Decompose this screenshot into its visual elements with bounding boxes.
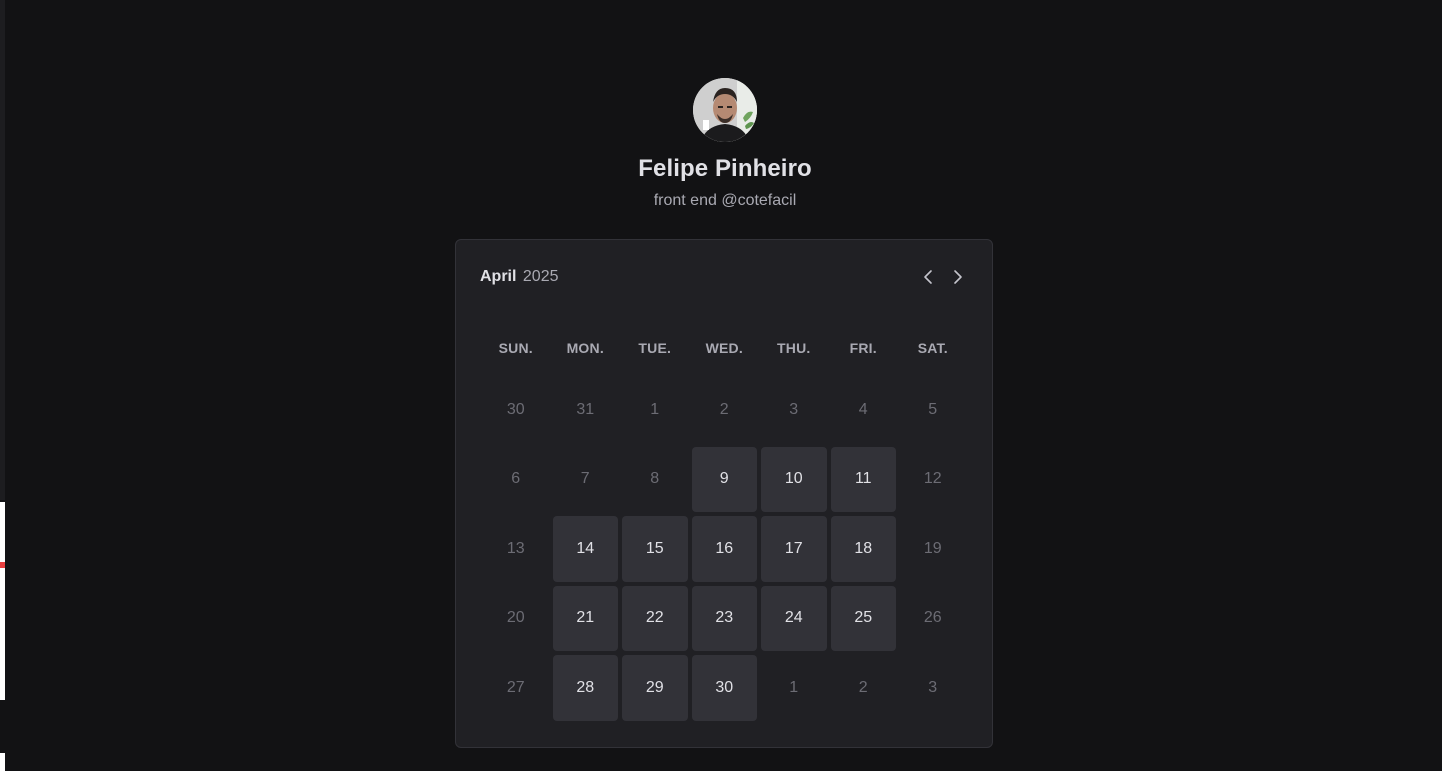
- user-photo-icon: [693, 78, 757, 142]
- booking-page: Felipe Pinheiro front end @cotefacil Apr…: [0, 0, 1442, 771]
- calendar-year: 2025: [522, 268, 559, 285]
- available-day[interactable]: 9: [691, 446, 757, 512]
- calendar-title: April 2025: [480, 268, 559, 286]
- calendar: April 2025 SUN. MON. TUE. WED. THU. FRI. SAT. …: [455, 239, 993, 748]
- available-day[interactable]: 23: [691, 585, 757, 651]
- profile-bio: front end @cotefacil: [653, 192, 797, 209]
- disabled-day: 4: [858, 400, 868, 418]
- left-edge-strip: [0, 0, 5, 500]
- disabled-day: 19: [923, 539, 942, 557]
- disabled-day: 26: [923, 609, 942, 627]
- weekday-header: SUN. MON. TUE. WED. THU. FRI. SAT.: [483, 340, 966, 356]
- weekday-label: TUE.: [638, 340, 672, 356]
- disabled-day: 13: [506, 539, 525, 557]
- available-day[interactable]: 30: [691, 655, 757, 721]
- disabled-day: 31: [576, 400, 595, 418]
- weekday-label: MON.: [566, 340, 604, 356]
- calendar-navigation: [918, 266, 968, 288]
- left-edge-strip-light: [0, 502, 5, 700]
- disabled-day: 3: [789, 400, 799, 418]
- weekday-label: SAT.: [917, 340, 948, 356]
- available-day[interactable]: 28: [552, 655, 618, 721]
- available-day[interactable]: 29: [622, 655, 688, 721]
- next-month-button[interactable]: [948, 266, 968, 288]
- disabled-day: 2: [719, 400, 729, 418]
- profile-name: Felipe Pinheiro: [638, 155, 812, 182]
- calendar-month: April: [480, 268, 517, 285]
- disabled-day: 8: [650, 470, 660, 488]
- profile-header: Felipe Pinheiro front end @cotefacil: [0, 78, 1442, 210]
- disabled-day: 1: [650, 400, 660, 418]
- avatar: [693, 78, 757, 142]
- disabled-day: 2: [858, 678, 868, 696]
- left-edge-marker: [0, 562, 5, 568]
- disabled-day: 1: [789, 678, 799, 696]
- disabled-day: 27: [506, 678, 525, 696]
- available-day[interactable]: 16: [691, 516, 757, 582]
- calendar-days-grid: 30 31 1 2 3 4 5 6 7 8 9 10 11 12 13 14 15 16 17 18 19 20 21 22 2…: [483, 377, 966, 721]
- available-day[interactable]: 22: [622, 585, 688, 651]
- weekday-label: SUN.: [498, 340, 533, 356]
- weekday-label: FRI.: [849, 340, 877, 356]
- available-day[interactable]: 15: [622, 516, 688, 582]
- available-day[interactable]: 17: [761, 516, 827, 582]
- disabled-day: 7: [580, 470, 590, 488]
- available-day[interactable]: 18: [830, 516, 896, 582]
- left-edge-strip-light-bottom: [0, 753, 5, 771]
- disabled-day: 20: [506, 609, 525, 627]
- available-day[interactable]: 10: [761, 446, 827, 512]
- available-day[interactable]: 21: [552, 585, 618, 651]
- disabled-day: 6: [511, 470, 521, 488]
- available-day[interactable]: 25: [830, 585, 896, 651]
- available-day[interactable]: 24: [761, 585, 827, 651]
- available-day[interactable]: 11: [830, 446, 896, 512]
- chevron-left-icon: [924, 270, 932, 284]
- disabled-day: 12: [923, 470, 942, 488]
- disabled-day: 3: [928, 678, 938, 696]
- weekday-label: THU.: [777, 340, 811, 356]
- chevron-right-icon: [954, 270, 962, 284]
- disabled-day: 5: [928, 400, 938, 418]
- weekday-label: WED.: [705, 340, 743, 356]
- previous-month-button[interactable]: [918, 266, 938, 288]
- available-day[interactable]: 14: [552, 516, 618, 582]
- disabled-day: 30: [506, 400, 525, 418]
